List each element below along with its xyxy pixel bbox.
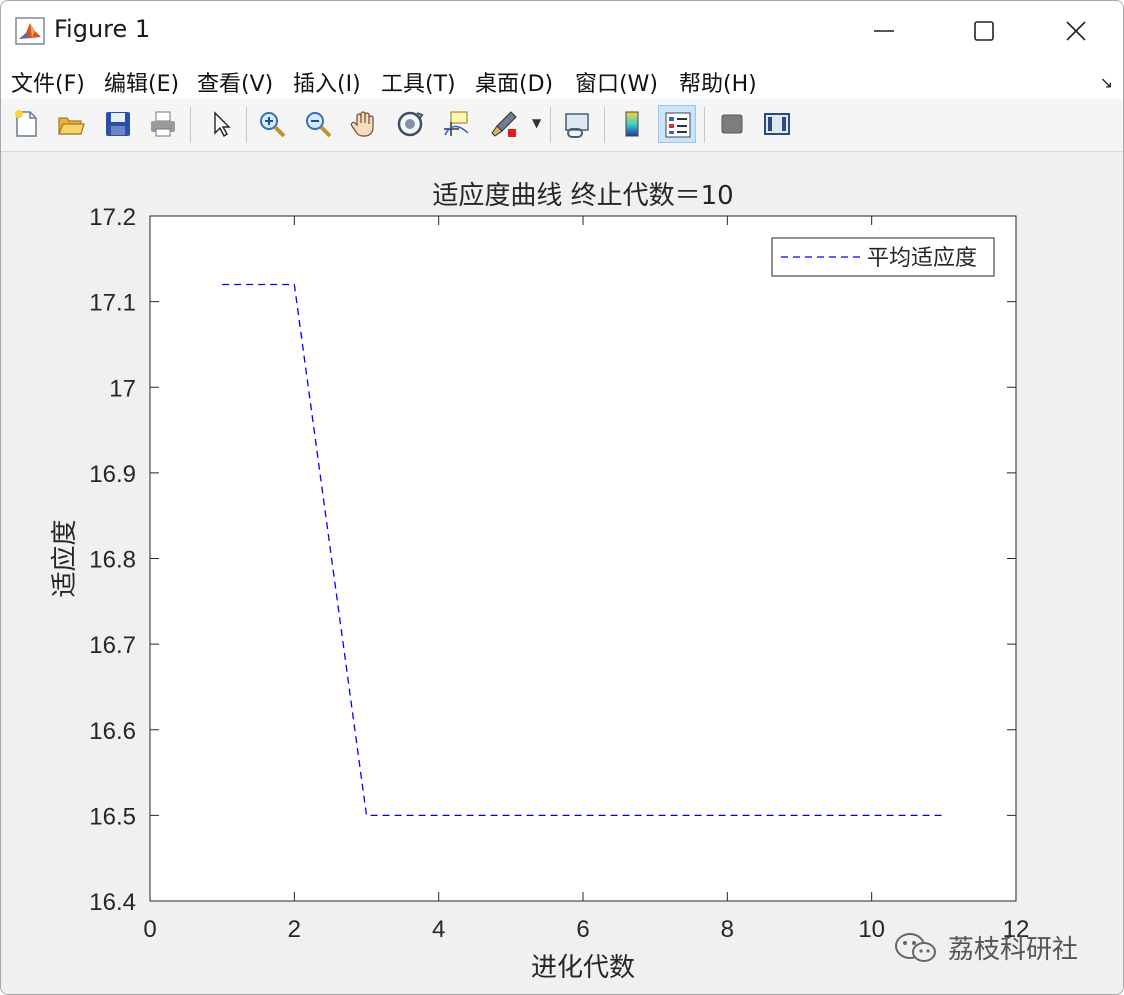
menu-insert[interactable]: 插入(I) bbox=[293, 66, 361, 98]
open-file-icon bbox=[58, 117, 85, 135]
toolbar-separator bbox=[246, 107, 247, 143]
toolbar-separator bbox=[604, 107, 605, 143]
show-plot-tools-icon bbox=[764, 113, 790, 135]
pointer-button[interactable] bbox=[201, 105, 239, 143]
print-button[interactable] bbox=[144, 105, 182, 143]
x-tick-label: 6 bbox=[576, 916, 589, 943]
y-tick-label: 16.8 bbox=[89, 547, 136, 574]
save-icon bbox=[106, 112, 130, 136]
y-tick-label: 16.9 bbox=[89, 461, 136, 488]
maximize-icon bbox=[974, 21, 994, 41]
open-file-button[interactable] bbox=[52, 105, 90, 143]
wechat-icon bbox=[895, 933, 936, 962]
save-button[interactable] bbox=[99, 105, 137, 143]
x-axis-label: 进化代数 bbox=[531, 953, 635, 983]
print-icon bbox=[151, 111, 175, 137]
pan-button[interactable] bbox=[345, 105, 383, 143]
x-tick-label: 10 bbox=[858, 916, 885, 943]
plot-axes[interactable] bbox=[149, 215, 1017, 902]
menu-file[interactable]: 文件(F) bbox=[11, 66, 85, 98]
colorbar-icon bbox=[625, 111, 639, 137]
hide-plot-tools-icon bbox=[721, 114, 743, 134]
figure-window: Figure 1 文件(F) 编辑(E) 查看(V) 插入(I) 工具(T) 桌… bbox=[0, 0, 1124, 995]
menu-bar: 文件(F) 编辑(E) 查看(V) 插入(I) 工具(T) 桌面(D) 窗口(W… bbox=[1, 61, 1123, 99]
menu-view[interactable]: 查看(V) bbox=[197, 66, 273, 98]
y-tick-label: 17 bbox=[109, 375, 136, 402]
legend-icon bbox=[665, 112, 691, 138]
x-tick-label: 0 bbox=[143, 916, 156, 943]
maximize-button[interactable] bbox=[961, 9, 1007, 53]
menu-window[interactable]: 窗口(W) bbox=[575, 66, 658, 98]
watermark-text: 荔枝科研社 bbox=[948, 935, 1079, 965]
link-plot-button[interactable] bbox=[558, 105, 596, 143]
minimize-button[interactable] bbox=[861, 9, 907, 53]
y-tick-label: 16.7 bbox=[89, 632, 136, 659]
show-plot-tools-button[interactable] bbox=[758, 105, 796, 143]
figure-canvas: 0 2 4 6 8 10 12 16.4 16.5 16.6 16.7 16.8 16.9 17 17.1 1… bbox=[1, 152, 1123, 994]
new-figure-button[interactable] bbox=[7, 105, 45, 143]
close-icon bbox=[1066, 21, 1086, 41]
menu-tools[interactable]: 工具(T) bbox=[381, 66, 456, 98]
legend-label: 平均适应度 bbox=[867, 246, 977, 271]
y-tick-label: 16.4 bbox=[89, 889, 136, 916]
rotate-3d-button[interactable] bbox=[391, 105, 429, 143]
y-tick-label: 16.5 bbox=[89, 803, 136, 830]
menu-edit[interactable]: 编辑(E) bbox=[104, 66, 179, 98]
zoom-in-icon bbox=[260, 112, 286, 138]
y-axis-label: 适应度 bbox=[50, 519, 80, 597]
plot-svg: 0 2 4 6 8 10 1216.416.516.616.716.816.91717.11… bbox=[50, 181, 1029, 983]
brush-button[interactable] bbox=[485, 105, 523, 143]
legend-button[interactable] bbox=[658, 105, 696, 143]
minimize-icon bbox=[874, 30, 894, 32]
new-figure-icon bbox=[15, 110, 37, 137]
toolbar-separator bbox=[550, 107, 551, 143]
colorbar-button[interactable] bbox=[613, 105, 651, 143]
brush-icon bbox=[491, 111, 517, 137]
close-button[interactable] bbox=[1053, 9, 1099, 53]
figure-toolbar: ▼ bbox=[1, 99, 1123, 152]
pan-icon bbox=[350, 111, 374, 137]
matlab-logo-icon bbox=[15, 17, 45, 45]
x-tick-label: 8 bbox=[721, 916, 734, 943]
chart-title: 适应度曲线 终止代数＝10 bbox=[432, 181, 733, 211]
title-bar[interactable]: Figure 1 bbox=[1, 1, 1123, 61]
zoom-out-button[interactable] bbox=[299, 105, 337, 143]
hide-plot-tools-button[interactable] bbox=[713, 105, 751, 143]
x-tick-label: 4 bbox=[432, 916, 445, 943]
x-tick-label: 2 bbox=[288, 916, 301, 943]
data-cursor-button[interactable] bbox=[437, 105, 475, 143]
toolbar-dock-arrow-icon[interactable]: ↘ bbox=[1100, 73, 1113, 92]
toolbar-separator bbox=[190, 107, 191, 143]
zoom-in-button[interactable] bbox=[253, 105, 291, 143]
data-cursor-icon bbox=[444, 111, 469, 136]
link-plot-icon bbox=[565, 113, 589, 138]
y-tick-label: 17.2 bbox=[89, 204, 136, 231]
menu-help[interactable]: 帮助(H) bbox=[679, 66, 757, 98]
rotate-3d-icon bbox=[397, 111, 424, 137]
window-title: Figure 1 bbox=[54, 15, 151, 43]
y-tick-label: 17.1 bbox=[89, 290, 136, 317]
pointer-icon bbox=[214, 111, 231, 138]
toolbar-separator bbox=[704, 107, 705, 143]
y-tick-label: 16.6 bbox=[89, 718, 136, 745]
brush-dropdown-icon[interactable]: ▼ bbox=[532, 116, 541, 130]
menu-desktop[interactable]: 桌面(D) bbox=[475, 66, 553, 98]
zoom-out-icon bbox=[306, 112, 332, 138]
